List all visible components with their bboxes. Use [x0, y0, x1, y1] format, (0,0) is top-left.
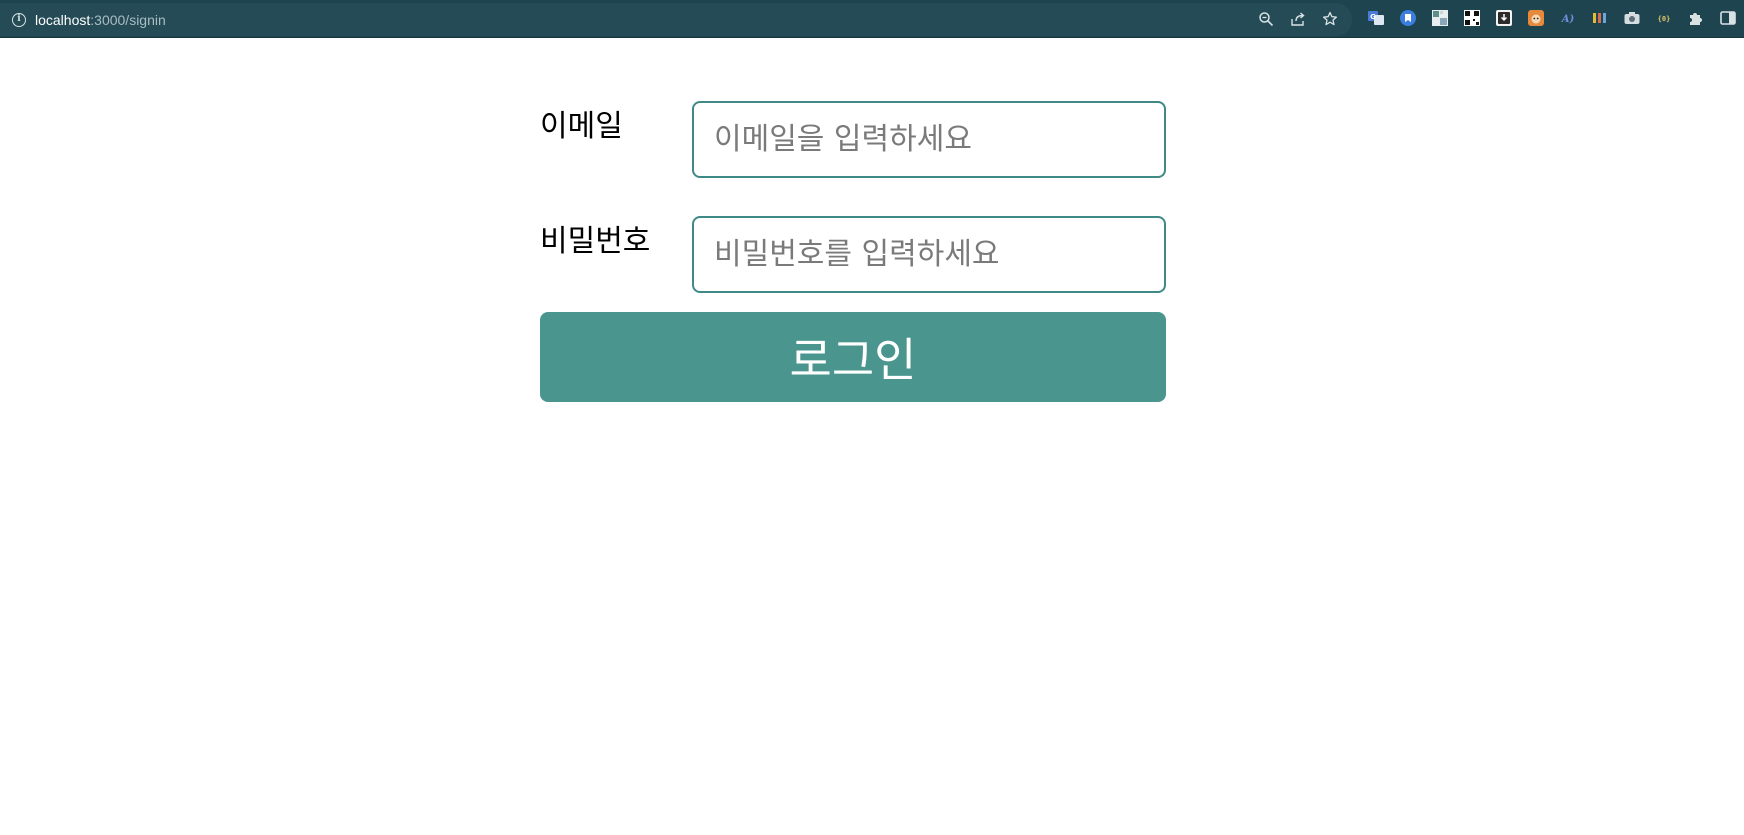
image-extension-icon[interactable] [1430, 8, 1450, 28]
bars-extension-icon[interactable] [1590, 8, 1610, 28]
url-host: localhost [35, 12, 91, 28]
share-icon[interactable] [1288, 9, 1308, 29]
login-button[interactable]: 로그인 [540, 312, 1166, 402]
password-row: 비밀번호 [540, 216, 1166, 293]
zoom-icon[interactable] [1256, 9, 1276, 29]
script-extension-icon[interactable]: A) [1558, 8, 1578, 28]
address-bar[interactable]: i localhost:3000/signin [0, 3, 1352, 36]
url-text[interactable]: localhost:3000/signin [35, 12, 166, 28]
url-path: :3000/signin [90, 12, 166, 28]
svg-text:A): A) [1561, 14, 1575, 25]
password-input[interactable] [692, 216, 1166, 293]
svg-text:{0}: {0} [1658, 15, 1671, 23]
signin-form: 이메일 비밀번호 로그인 [540, 101, 1166, 402]
qr-extension-icon[interactable] [1462, 8, 1482, 28]
puzzle-icon[interactable] [1686, 8, 1706, 28]
email-label: 이메일 [540, 109, 623, 144]
code-extension-icon[interactable]: {0} [1654, 8, 1674, 28]
browser-toolbar: i localhost:3000/signin G A) {0} [0, 0, 1744, 38]
bookmark-star-icon[interactable] [1320, 9, 1340, 29]
site-info-icon[interactable]: i [12, 13, 26, 27]
password-label: 비밀번호 [540, 224, 651, 259]
omnibox-actions [1256, 9, 1340, 29]
email-input[interactable] [692, 101, 1166, 178]
extensions-bar: G A) {0} [1366, 8, 1738, 28]
svg-text:G: G [1370, 13, 1376, 21]
camera-extension-icon[interactable] [1622, 8, 1642, 28]
side-panel-icon[interactable] [1718, 8, 1738, 28]
translate-extension-icon[interactable]: G [1366, 8, 1386, 28]
fox-extension-icon[interactable] [1526, 8, 1546, 28]
bookmark-extension-icon[interactable] [1398, 8, 1418, 28]
email-row: 이메일 [540, 101, 1166, 178]
download-extension-icon[interactable] [1494, 8, 1514, 28]
